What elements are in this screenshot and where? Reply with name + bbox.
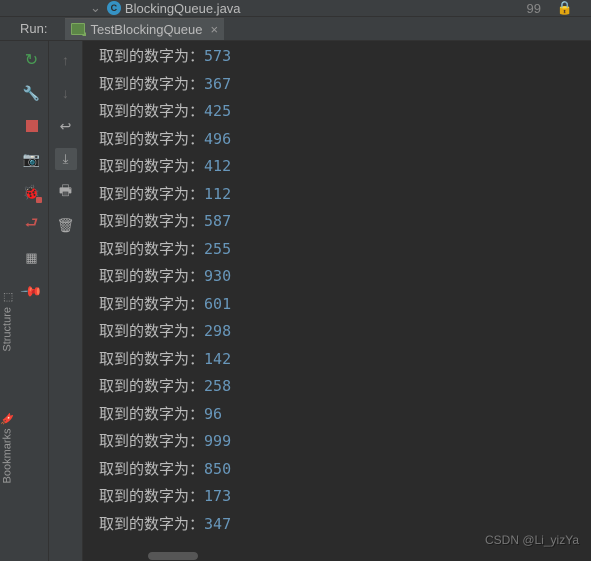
console-output[interactable]: 取到的数字为：573取到的数字为：367取到的数字为：425取到的数字为：496… xyxy=(83,41,591,561)
exit-button[interactable]: ⮐ xyxy=(21,214,43,236)
sidebar-structure[interactable]: Structure ⬚ xyxy=(1,291,14,352)
run-toolbar-primary: ↻ 🔧 📷 🐞 ⮐ ▦ 📌 xyxy=(15,41,49,561)
run-config-icon xyxy=(71,23,85,35)
console-line: 取到的数字为：258 xyxy=(99,373,591,401)
down-button[interactable]: ↓ xyxy=(55,82,77,104)
console-line: 取到的数字为：573 xyxy=(99,43,591,71)
console-line: 取到的数字为：96 xyxy=(99,401,591,429)
run-label: Run: xyxy=(20,21,47,36)
debug-button[interactable]: 🐞 xyxy=(21,181,43,203)
chevron-down-icon[interactable]: ⌄ xyxy=(90,0,101,16)
trash-button[interactable]: 🗑 xyxy=(55,214,77,236)
console-line: 取到的数字为：173 xyxy=(99,483,591,511)
file-name: BlockingQueue.java xyxy=(125,1,241,16)
print-button[interactable]: 🖶 xyxy=(55,181,77,203)
console-line: 取到的数字为：425 xyxy=(99,98,591,126)
up-button[interactable]: ↑ xyxy=(55,49,77,71)
camera-button[interactable]: 📷 xyxy=(21,148,43,170)
horizontal-scrollbar[interactable] xyxy=(83,551,583,561)
scrollbar-thumb[interactable] xyxy=(148,552,198,560)
console-line: 取到的数字为：142 xyxy=(99,346,591,374)
class-file-icon: C xyxy=(107,1,121,15)
pin-button[interactable]: 📌 xyxy=(21,280,43,302)
console-line: 取到的数字为：930 xyxy=(99,263,591,291)
lock-icon: 🔒 xyxy=(557,0,573,16)
console-line: 取到的数字为：496 xyxy=(99,126,591,154)
rerun-button[interactable]: ↻ xyxy=(21,49,43,71)
run-tab[interactable]: TestBlockingQueue × xyxy=(65,18,224,40)
console-line: 取到的数字为：367 xyxy=(99,71,591,99)
watermark: CSDN @Li_yizYa xyxy=(485,533,579,547)
close-icon[interactable]: × xyxy=(210,22,218,37)
console-line: 取到的数字为：601 xyxy=(99,291,591,319)
console-line: 取到的数字为：255 xyxy=(99,236,591,264)
run-tool-bar: Run: TestBlockingQueue × xyxy=(0,17,591,41)
console-line: 取到的数字为：298 xyxy=(99,318,591,346)
console-line: 取到的数字为：850 xyxy=(99,456,591,484)
line-number: 99 xyxy=(527,1,541,16)
console-line: 取到的数字为：412 xyxy=(99,153,591,181)
structure-icon: ⬚ xyxy=(1,291,14,304)
stop-button[interactable] xyxy=(21,115,43,137)
console-line: 取到的数字为：999 xyxy=(99,428,591,456)
wrench-button[interactable]: 🔧 xyxy=(21,82,43,104)
scroll-end-button[interactable]: ⤓ xyxy=(55,148,77,170)
left-sidebar: Structure ⬚ Bookmarks 🔖 xyxy=(0,41,15,561)
console-line: 取到的数字为：587 xyxy=(99,208,591,236)
run-tab-name: TestBlockingQueue xyxy=(90,22,202,37)
layout-button[interactable]: ▦ xyxy=(21,247,43,269)
run-toolbar-secondary: ↑ ↓ ↩ ⤓ 🖶 🗑 xyxy=(49,41,83,561)
console-line: 取到的数字为：112 xyxy=(99,181,591,209)
bookmark-icon: 🔖 xyxy=(1,412,14,425)
editor-tab-bar: ⌄ C BlockingQueue.java 99 🔒 xyxy=(0,0,591,17)
sidebar-bookmarks[interactable]: Bookmarks 🔖 xyxy=(1,412,14,483)
wrap-button[interactable]: ↩ xyxy=(55,115,77,137)
